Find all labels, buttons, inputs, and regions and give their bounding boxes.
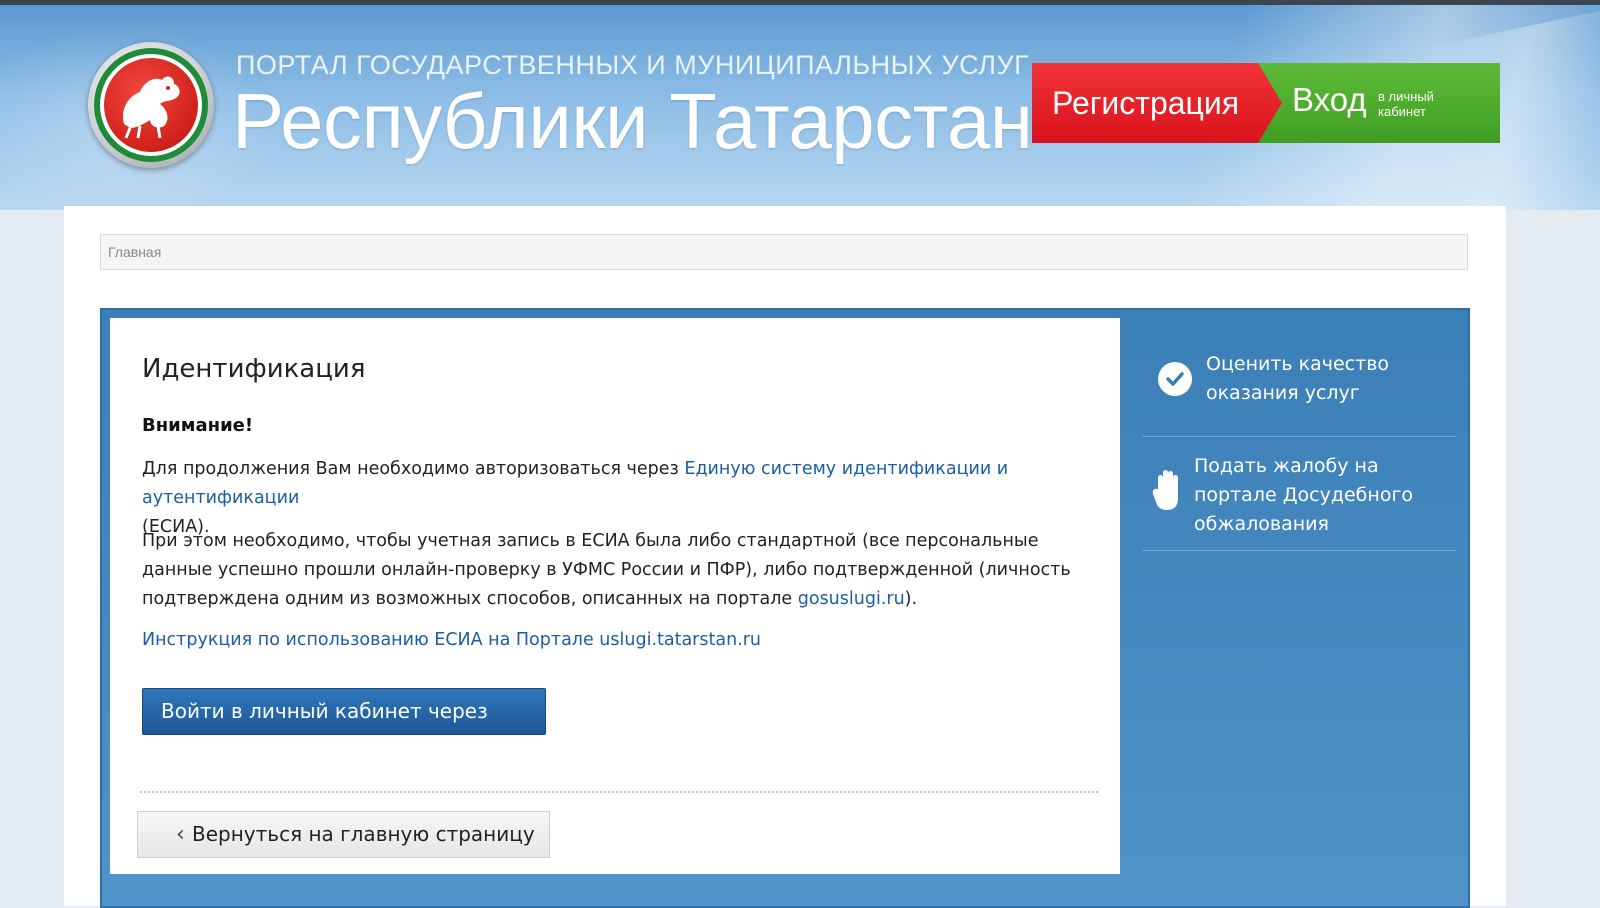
snow-leopard-icon	[122, 76, 180, 139]
breadcrumb-home-link[interactable]: Главная	[108, 244, 161, 260]
gosuslugi-link[interactable]: gosuslugi.ru	[798, 589, 905, 609]
sidebar-item-complaint[interactable]: Подать жалобу на портале Досудебного обж…	[1142, 452, 1456, 551]
attention-heading: Внимание!	[142, 415, 254, 436]
chevron-left-icon: ‹	[176, 822, 185, 847]
portal-title: Республики Татарстан	[232, 77, 1033, 165]
login-label: Вход	[1292, 81, 1367, 118]
check-circle-icon	[1158, 362, 1192, 396]
register-button[interactable]: Регистрация	[1032, 63, 1282, 143]
tatarstan-emblem-icon[interactable]	[88, 42, 214, 168]
breadcrumb: Главная	[100, 234, 1468, 270]
requirements-text: При этом необходимо, чтобы учетная запис…	[142, 531, 1071, 609]
login-sublabel: в личный кабинет	[1378, 89, 1434, 119]
back-button-label: Вернуться на главную страницу	[192, 822, 535, 846]
auth-text: Для продолжения Вам необходимо авторизов…	[142, 459, 685, 479]
hand-stop-icon	[1152, 468, 1182, 523]
login-button[interactable]: Вход в личный кабинет	[1258, 63, 1500, 143]
sidebar-item-label: Оценить качество оказания услуг	[1206, 353, 1390, 404]
sidebar-item-label: Подать жалобу на портале Досудебного обж…	[1194, 455, 1414, 535]
sidebar-item-rate-quality[interactable]: Оценить качество оказания услуг	[1142, 350, 1456, 437]
page-title: Идентификация	[142, 354, 366, 384]
instruction-paragraph: Инструкция по использованию ЕСИА на Порт…	[142, 626, 761, 655]
requirements-text-tail: ).	[904, 589, 918, 609]
back-to-home-button[interactable]: ‹ Вернуться на главную страницу	[137, 811, 550, 858]
account-requirements-paragraph: При этом необходимо, чтобы учетная запис…	[142, 527, 1102, 614]
esia-login-button[interactable]: Войти в личный кабинет через ЕСИА	[142, 688, 546, 768]
dotted-divider	[140, 791, 1098, 793]
instruction-link[interactable]: Инструкция по использованию ЕСИА на Порт…	[142, 630, 761, 650]
